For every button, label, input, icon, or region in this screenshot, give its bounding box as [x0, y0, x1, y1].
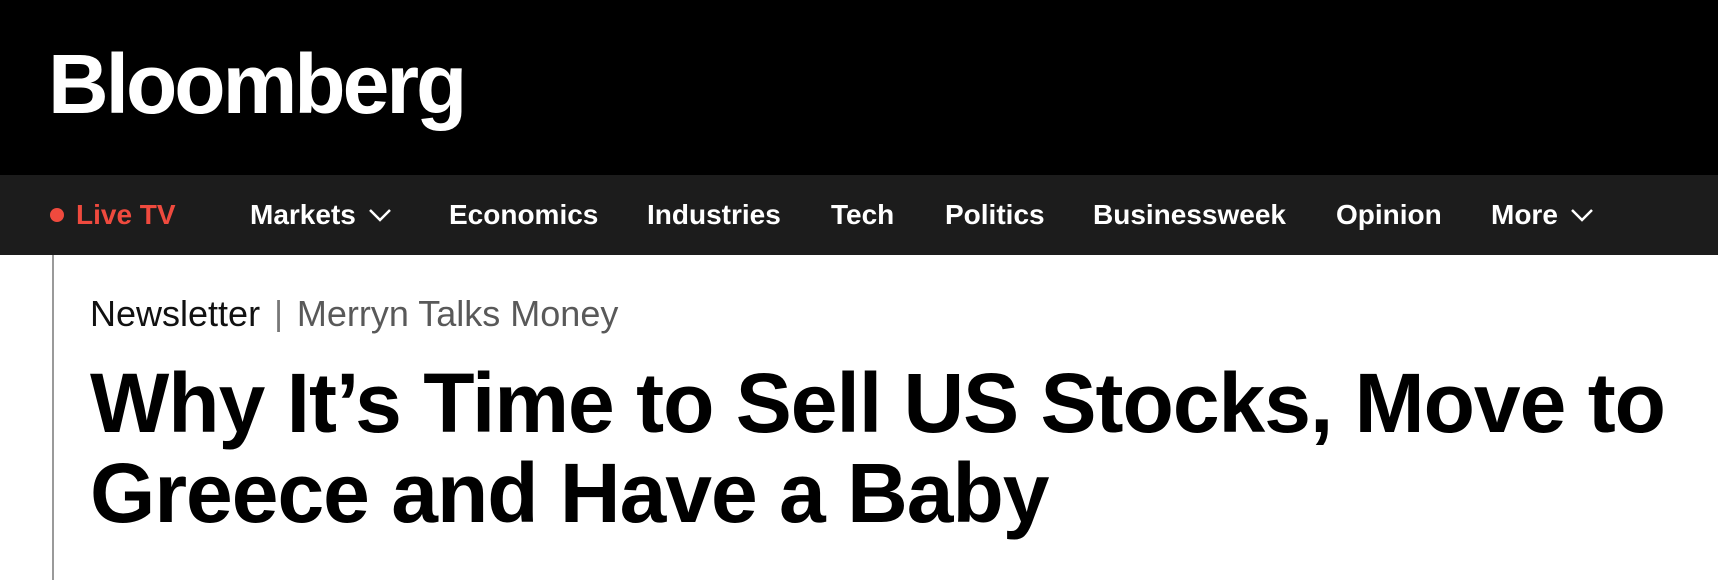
chevron-down-icon [1570, 208, 1594, 222]
main-nav: Live TV Markets Economics Industries Tec… [0, 175, 1718, 255]
nav-item-politics[interactable]: Politics [945, 175, 1045, 255]
nav-item-label: Opinion [1336, 199, 1442, 230]
article-headline: Why It’s Time to Sell US Stocks, Move to… [90, 356, 1666, 540]
kicker-newsletter-link[interactable]: Newsletter [90, 296, 260, 332]
nav-item-economics[interactable]: Economics [449, 175, 598, 255]
nav-item-live-tv[interactable]: Live TV [50, 175, 176, 255]
nav-item-label: Industries [647, 199, 781, 230]
chevron-down-icon [368, 208, 392, 222]
nav-item-opinion[interactable]: Opinion [1336, 175, 1442, 255]
nav-item-label: More [1491, 199, 1558, 230]
bloomberg-logo[interactable]: Bloomberg [48, 42, 467, 126]
kicker-series-link[interactable]: Merryn Talks Money [297, 296, 618, 332]
nav-item-label: Businessweek [1093, 199, 1286, 230]
red-dot-icon [50, 208, 64, 222]
nav-item-markets[interactable]: Markets [250, 175, 392, 255]
nav-item-more[interactable]: More [1491, 175, 1594, 255]
nav-item-label: Politics [945, 199, 1045, 230]
nav-item-label: Tech [831, 199, 895, 230]
content-divider [52, 255, 54, 580]
nav-item-industries[interactable]: Industries [647, 175, 781, 255]
nav-item-label: Economics [449, 199, 599, 230]
kicker-separator: | [274, 295, 283, 333]
nav-item-label: Markets [250, 199, 356, 230]
article-kicker: Newsletter | Merryn Talks Money [90, 288, 618, 340]
nav-item-businessweek[interactable]: Businessweek [1093, 175, 1286, 255]
masthead: Bloomberg [0, 0, 1718, 175]
nav-item-label: Live TV [76, 199, 176, 230]
nav-item-tech[interactable]: Tech [831, 175, 894, 255]
